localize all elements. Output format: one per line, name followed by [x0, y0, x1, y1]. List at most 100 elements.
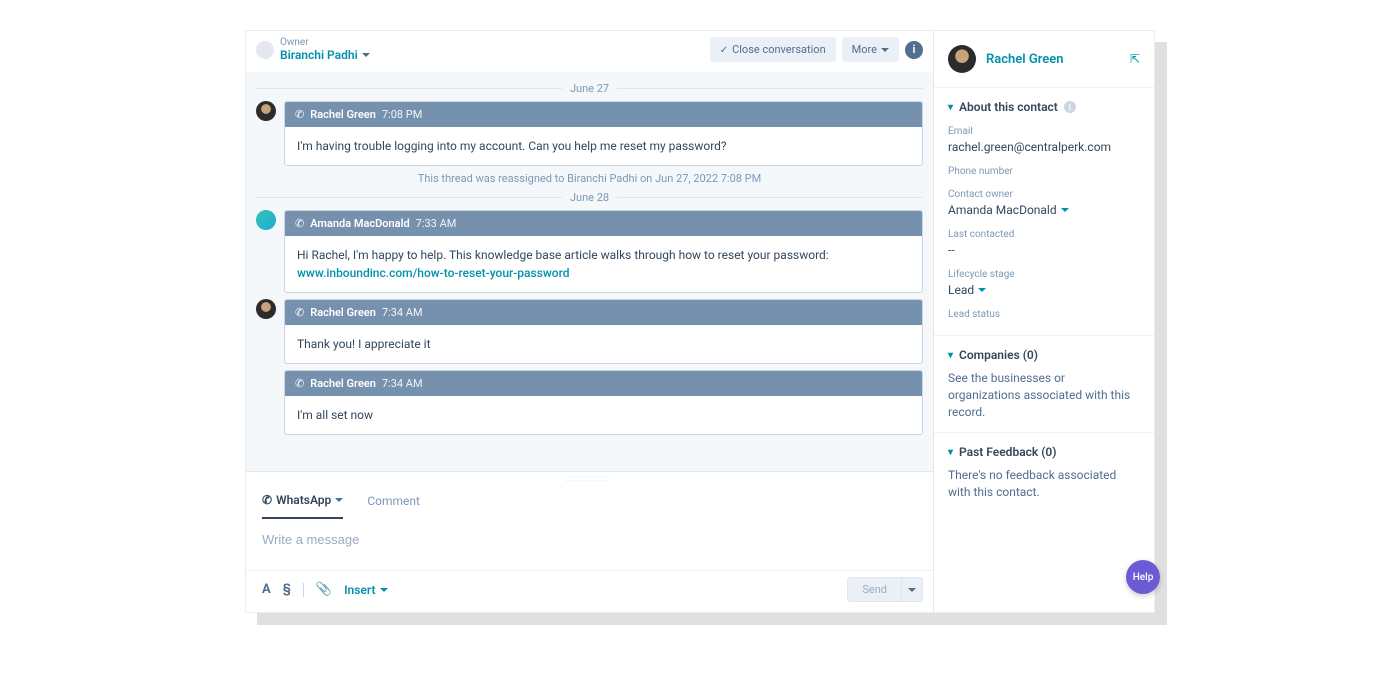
tab-label: WhatsApp [276, 493, 331, 507]
resize-handle[interactable]: :::::::::::: [246, 472, 933, 483]
message-body: Hi Rachel, I'm happy to help. This knowl… [285, 236, 922, 292]
avatar-icon [256, 101, 276, 121]
date-divider: June 28 [256, 191, 923, 204]
chevron-down-icon: ▾ [948, 102, 953, 113]
lifecycle-dropdown[interactable]: Lead [948, 283, 1140, 297]
caret-down-icon [1061, 208, 1069, 212]
caret-down-icon [380, 588, 388, 592]
info-icon[interactable]: i [905, 41, 923, 59]
field-label: Contact owner [948, 189, 1140, 200]
tab-comment[interactable]: Comment [367, 483, 420, 519]
header-actions: Close conversation More i [710, 37, 923, 62]
message-header: Rachel Green 7:34 AM [285, 371, 922, 396]
app-shell: Owner Biranchi Padhi Close conversation … [245, 30, 1155, 613]
field-label: Lifecycle stage [948, 269, 1140, 280]
message-block: Rachel Green 7:34 AM I'm all set now [284, 370, 923, 435]
section-text: There's no feedback associated with this… [948, 467, 1140, 501]
message-sender: Rachel Green [310, 108, 376, 121]
caret-down-icon [978, 288, 986, 292]
section-title: About this contact [959, 100, 1058, 114]
email-field: Email rachel.green@centralperk.com [948, 126, 1140, 154]
kb-link[interactable]: www.inboundinc.com/how-to-reset-your-pas… [297, 266, 569, 280]
about-section-toggle[interactable]: ▾ About this contact i [948, 100, 1140, 114]
text-format-icon[interactable]: A [262, 582, 271, 597]
caret-down-icon [881, 48, 889, 52]
attachment-icon[interactable]: 📎 [316, 582, 332, 597]
message-text: Hi Rachel, I'm happy to help. This knowl… [297, 248, 829, 262]
field-label: Phone number [948, 166, 1140, 177]
conversation-body: June 27 Rachel Green 7:08 PM I'm having … [246, 72, 933, 471]
field-label: Email [948, 126, 1140, 137]
message-body: Thank you! I appreciate it [285, 325, 922, 363]
contact-panel: Rachel Green ⇱ ▾ About this contact i Em… [934, 31, 1154, 612]
tab-label: Comment [367, 494, 420, 508]
message-row: Rachel Green 7:34 AM Thank you! I apprec… [256, 299, 923, 435]
companies-section-toggle[interactable]: ▾ Companies (0) [948, 348, 1140, 362]
message-block: Rachel Green 7:34 AM Thank you! I apprec… [284, 299, 923, 364]
more-label: More [852, 43, 877, 56]
open-external-icon[interactable]: ⇱ [1130, 52, 1140, 66]
owner-block[interactable]: Owner Biranchi Padhi [256, 38, 370, 62]
lifecycle-field: Lifecycle stage Lead [948, 269, 1140, 297]
message-time: 7:33 AM [416, 217, 457, 230]
companies-section: ▾ Companies (0) See the businesses or or… [934, 336, 1154, 433]
contact-avatar-icon [948, 45, 976, 73]
chevron-down-icon: ▾ [948, 447, 953, 458]
link-icon[interactable]: § [283, 582, 291, 597]
date-label: June 27 [570, 82, 609, 95]
section-text: See the businesses or organizations asso… [948, 370, 1140, 420]
message-header: Rachel Green 7:08 PM [285, 102, 922, 127]
contact-owner-dropdown[interactable]: Amanda MacDonald [948, 203, 1140, 217]
contact-header-left: Rachel Green [948, 45, 1064, 73]
message-row: Rachel Green 7:08 PM I'm having trouble … [256, 101, 923, 166]
info-icon[interactable]: i [1064, 101, 1076, 113]
section-title: Past Feedback (0) [959, 445, 1056, 459]
owner-name-dropdown[interactable]: Biranchi Padhi [280, 48, 370, 62]
avatar-icon [256, 210, 276, 230]
message-time: 7:34 AM [382, 306, 423, 319]
field-value: Amanda MacDonald [948, 203, 1057, 217]
whatsapp-icon [295, 108, 304, 121]
close-conversation-button[interactable]: Close conversation [710, 37, 836, 62]
composer-toolbar: A § 📎 Insert Send [246, 570, 933, 612]
message-body: I'm all set now [285, 396, 922, 434]
field-value: Lead [948, 283, 974, 297]
help-button[interactable]: Help [1126, 560, 1160, 594]
feedback-section-toggle[interactable]: ▾ Past Feedback (0) [948, 445, 1140, 459]
send-group: Send [847, 577, 923, 602]
whatsapp-icon [262, 493, 272, 507]
divider [303, 583, 304, 597]
insert-label: Insert [344, 583, 375, 597]
contact-name[interactable]: Rachel Green [986, 52, 1064, 67]
section-title: Companies (0) [959, 348, 1038, 362]
field-value: -- [948, 243, 1140, 257]
whatsapp-icon [295, 377, 304, 390]
message-input[interactable] [262, 532, 917, 547]
owner-name: Biranchi Padhi [280, 48, 358, 62]
message-block: Amanda MacDonald 7:33 AM Hi Rachel, I'm … [284, 210, 923, 293]
tab-whatsapp[interactable]: WhatsApp [262, 483, 343, 519]
message-header: Amanda MacDonald 7:33 AM [285, 211, 922, 236]
message-header: Rachel Green 7:34 AM [285, 300, 922, 325]
composer-tabs: WhatsApp Comment [246, 483, 933, 519]
feedback-section: ▾ Past Feedback (0) There's no feedback … [934, 433, 1154, 513]
date-label: June 28 [570, 191, 609, 204]
close-conversation-label: Close conversation [732, 43, 826, 56]
message-row: Amanda MacDonald 7:33 AM Hi Rachel, I'm … [256, 210, 923, 293]
caret-down-icon [335, 498, 343, 502]
date-divider: June 27 [256, 82, 923, 95]
chevron-down-icon: ▾ [948, 350, 953, 361]
field-label: Lead status [948, 309, 1140, 320]
owner-label: Owner [280, 38, 370, 48]
owner-avatar-icon [256, 41, 274, 59]
send-button[interactable]: Send [847, 577, 902, 602]
more-button[interactable]: More [842, 37, 899, 62]
conversation-column: Owner Biranchi Padhi Close conversation … [246, 31, 934, 612]
email-value[interactable]: rachel.green@centralperk.com [948, 140, 1140, 154]
message-sender: Rachel Green [310, 306, 376, 319]
owner-text: Owner Biranchi Padhi [280, 38, 370, 62]
toolbar-left: A § 📎 Insert [262, 582, 388, 597]
insert-dropdown[interactable]: Insert [344, 583, 387, 597]
send-options-button[interactable] [902, 577, 923, 602]
whatsapp-icon [295, 306, 304, 319]
